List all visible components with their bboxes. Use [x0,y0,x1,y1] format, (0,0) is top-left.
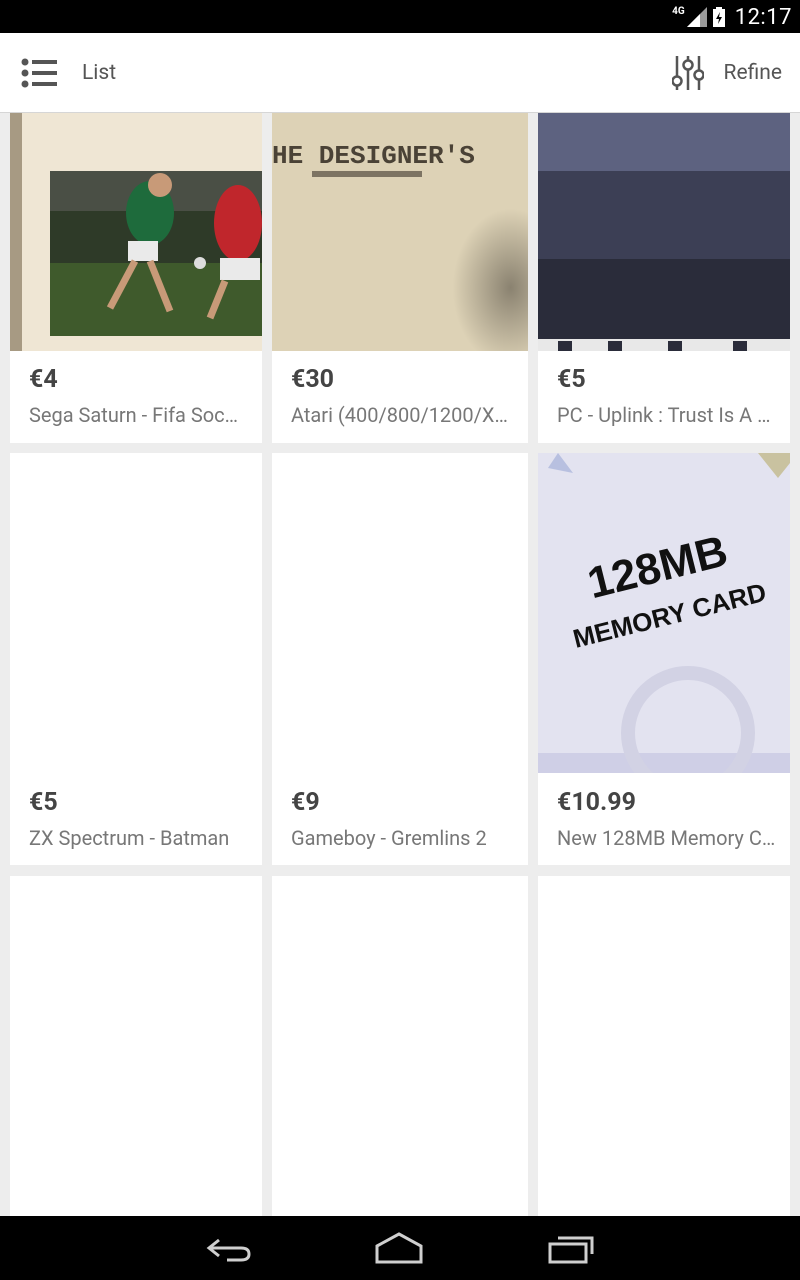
back-button[interactable] [205,1230,255,1266]
listing-title: Atari (400/800/1200/XL/XE) - The Designe… [291,403,514,427]
uplink-box-photo [538,113,790,351]
listing-card[interactable] [10,876,262,1216]
toolbar: List Refine [0,33,800,113]
listing-image: 128MB MEMORY CARD [538,453,790,773]
listing-card[interactable]: €9 Gameboy - Gremlins 2 [272,453,528,865]
status-bar: 4G 12:17 [0,0,800,33]
listing-title: PC - Uplink : Trust Is A Weakness [557,403,776,427]
listing-image: HE DESIGNER'S [272,113,528,351]
network-type-label: 4G [672,5,685,17]
listing-card[interactable]: €5 PC - Uplink : Trust Is A Weakness [538,113,790,443]
listing-title: ZX Spectrum - Batman [29,826,230,850]
listing-price: €10.99 [557,788,636,817]
refine-label: Refine [723,61,782,85]
recents-button[interactable] [546,1230,596,1266]
listing-card[interactable]: HE DESIGNER'S €30 Atari (400/800/1200/XL… [272,113,528,443]
listing-price: €30 [291,365,335,394]
svg-text:HE DESIGNER'S: HE DESIGNER'S [272,141,475,171]
listing-grid: €4 Sega Saturn - Fifa Soccer HE DESIGNER… [0,113,800,1216]
battery-icon [712,7,725,27]
listing-price: €4 [29,365,58,394]
listing-title: New 128MB Memory Card [557,826,776,850]
navigation-bar [0,1216,800,1280]
designers-pencil-photo: HE DESIGNER'S [272,113,528,351]
list-view-button[interactable]: List [20,33,116,113]
listing-image [10,113,262,351]
listing-price: €5 [557,365,586,394]
listing-image [538,113,790,351]
clock: 12:17 [734,4,792,30]
list-view-label: List [82,61,117,85]
home-button[interactable] [374,1230,424,1266]
listing-price: €5 [29,788,58,817]
refine-button[interactable]: Refine [671,33,782,113]
recents-icon [548,1236,594,1264]
listing-card[interactable]: €5 ZX Spectrum - Batman [10,453,262,865]
status-icons: 4G 12:17 [672,4,792,30]
signal-icon [686,7,707,27]
home-icon [375,1232,423,1264]
football-photo [10,113,262,351]
listing-price: €9 [291,788,320,817]
listing-title: Gameboy - Gremlins 2 [291,826,487,850]
listing-card[interactable]: 128MB MEMORY CARD €10.99 New 128MB Memor… [538,453,790,865]
memory-card-photo: 128MB MEMORY CARD [538,453,790,773]
listing-card[interactable]: €4 Sega Saturn - Fifa Soccer [10,113,262,443]
sliders-icon [671,56,704,90]
back-icon [206,1238,251,1262]
listing-title: Sega Saturn - Fifa Soccer [29,403,248,427]
listing-card[interactable] [272,876,528,1216]
listing-card[interactable] [538,876,790,1216]
list-icon [21,58,57,88]
